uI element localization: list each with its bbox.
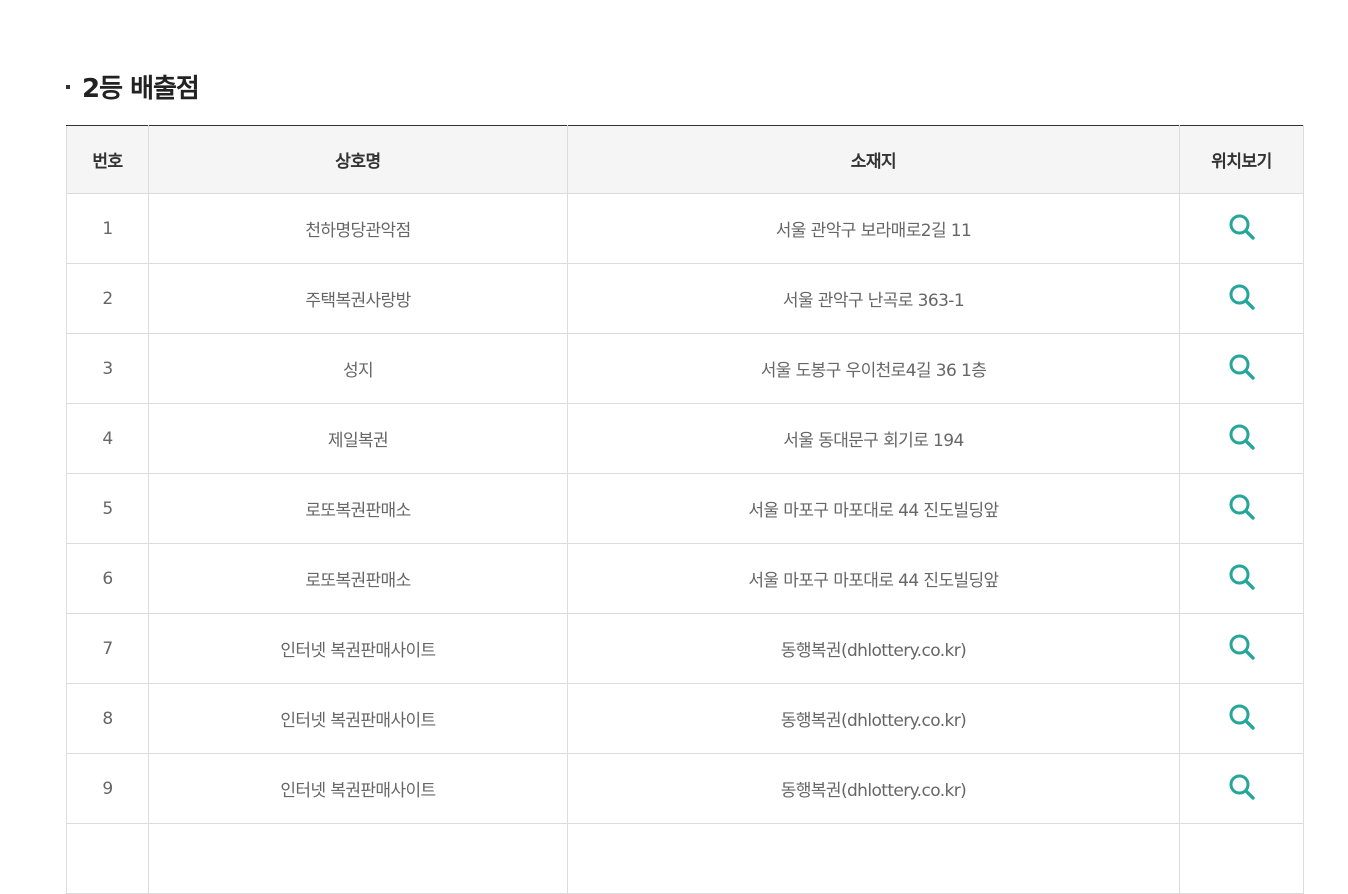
row-store-name: 제일복권 [148,403,568,474]
search-icon [1229,774,1255,800]
header-number: 번호 [66,125,149,194]
row-address: 서울 관악구 보라매로2길 11 [567,193,1180,264]
store-table: 번호 상호명 소재지 위치보기 1 천하명당관악점 서울 관악구 보라매로2길 11… [66,125,1304,894]
table-header-row: 번호 상호명 소재지 위치보기 [66,125,1304,194]
row-map-cell [1179,613,1304,684]
search-icon [1229,354,1255,380]
table-row: 8 인터넷 복권판매사이트 동행복권(dhlottery.co.kr) [66,683,1304,754]
row-address [567,823,1180,894]
row-number: 9 [66,753,149,824]
search-icon [1229,494,1255,520]
table-body: 1 천하명당관악점 서울 관악구 보라매로2길 11 2 주택복권사랑방 서울 관악구 난… [66,193,1304,894]
search-icon [1229,284,1255,310]
store-table-wrapper: 번호 상호명 소재지 위치보기 1 천하명당관악점 서울 관악구 보라매로2길 11… [66,125,1304,894]
table-row: 7 인터넷 복권판매사이트 동행복권(dhlottery.co.kr) [66,613,1304,684]
map-view-button[interactable] [1226,491,1258,523]
row-store-name: 성지 [148,333,568,404]
page-title: 2등 배출점 [82,73,200,104]
table-row: 9 인터넷 복권판매사이트 동행복권(dhlottery.co.kr) [66,753,1304,824]
row-store-name: 인터넷 복권판매사이트 [148,753,568,824]
search-icon [1229,214,1255,240]
map-view-button[interactable] [1226,561,1258,593]
row-address: 동행복권(dhlottery.co.kr) [567,753,1180,824]
row-number: 6 [66,543,149,614]
row-address: 서울 관악구 난곡로 363-1 [567,263,1180,334]
table-row: 3 성지 서울 도봉구 우이천로4길 36 1층 [66,333,1304,404]
row-store-name [148,823,568,894]
row-number: 1 [66,193,149,264]
search-icon [1229,634,1255,660]
map-view-button[interactable] [1226,211,1258,243]
row-store-name: 로또복권판매소 [148,473,568,544]
table-row [66,823,1304,894]
row-number: 3 [66,333,149,404]
row-number: 8 [66,683,149,754]
row-map-cell [1179,753,1304,824]
row-map-cell [1179,263,1304,334]
title-bullet [66,85,70,89]
search-icon [1229,424,1255,450]
row-number: 5 [66,473,149,544]
map-view-button[interactable] [1226,701,1258,733]
header-address: 소재지 [567,125,1180,194]
header-store-name: 상호명 [148,125,568,194]
map-view-button[interactable] [1226,631,1258,663]
row-map-cell [1179,683,1304,754]
row-address: 동행복권(dhlottery.co.kr) [567,683,1180,754]
map-view-button[interactable] [1226,351,1258,383]
row-store-name: 인터넷 복권판매사이트 [148,683,568,754]
row-store-name: 천하명당관악점 [148,193,568,264]
table-row: 2 주택복권사랑방 서울 관악구 난곡로 363-1 [66,263,1304,334]
row-map-cell [1179,193,1304,264]
row-store-name: 로또복권판매소 [148,543,568,614]
row-map-cell [1179,333,1304,404]
table-row: 4 제일복권 서울 동대문구 회기로 194 [66,403,1304,474]
row-address: 서울 마포구 마포대로 44 진도빌딩앞 [567,543,1180,614]
row-map-cell [1179,473,1304,544]
row-store-name: 인터넷 복권판매사이트 [148,613,568,684]
row-address: 서울 마포구 마포대로 44 진도빌딩앞 [567,473,1180,544]
row-address: 서울 도봉구 우이천로4길 36 1층 [567,333,1180,404]
row-map-cell [1179,543,1304,614]
map-view-button[interactable] [1226,281,1258,313]
search-icon [1229,704,1255,730]
row-address: 서울 동대문구 회기로 194 [567,403,1180,474]
row-number: 2 [66,263,149,334]
map-view-button[interactable] [1226,771,1258,803]
row-map-cell [1179,403,1304,474]
table-row: 1 천하명당관악점 서울 관악구 보라매로2길 11 [66,193,1304,264]
table-row: 6 로또복권판매소 서울 마포구 마포대로 44 진도빌딩앞 [66,543,1304,614]
row-number [66,823,149,894]
row-map-cell [1179,823,1304,894]
section-header: 2등 배출점 [66,66,200,106]
table-row: 5 로또복권판매소 서울 마포구 마포대로 44 진도빌딩앞 [66,473,1304,544]
row-address: 동행복권(dhlottery.co.kr) [567,613,1180,684]
row-number: 4 [66,403,149,474]
search-icon [1229,564,1255,590]
row-store-name: 주택복권사랑방 [148,263,568,334]
map-view-button[interactable] [1226,421,1258,453]
row-number: 7 [66,613,149,684]
header-map-view: 위치보기 [1179,125,1304,194]
